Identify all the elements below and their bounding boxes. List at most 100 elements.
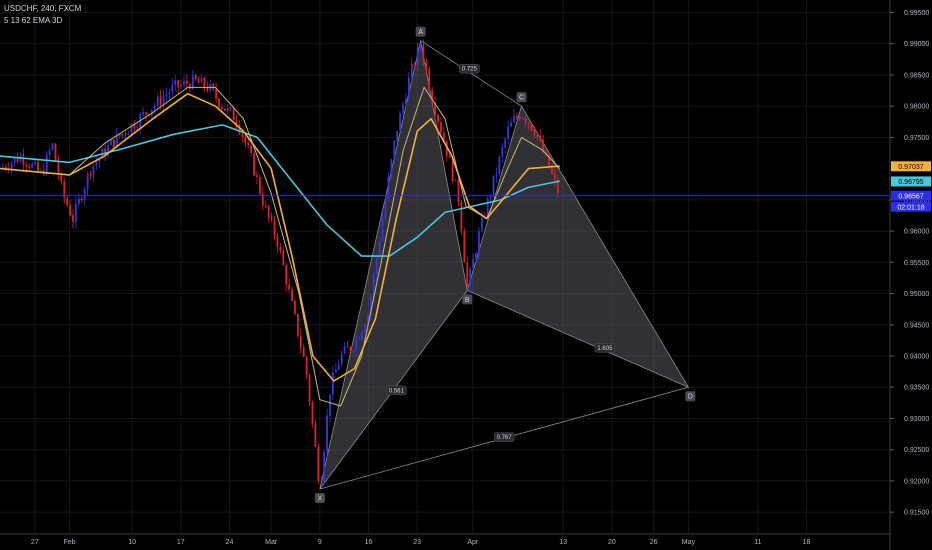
candle-body bbox=[407, 77, 410, 100]
candle-body bbox=[153, 105, 156, 110]
candle-body bbox=[524, 117, 527, 123]
pattern-point-x: X bbox=[314, 493, 325, 504]
price-tick-label: 0.93000 bbox=[904, 416, 929, 423]
pattern-point-label: B bbox=[465, 297, 470, 304]
candle-body bbox=[282, 250, 285, 266]
pattern-point-d: D bbox=[685, 391, 696, 402]
candle-body bbox=[413, 63, 416, 66]
candle-body bbox=[10, 162, 13, 170]
candle-body bbox=[39, 170, 42, 172]
price-tick-label: 0.94000 bbox=[904, 354, 929, 361]
candle-body bbox=[466, 262, 469, 287]
candle-body bbox=[346, 346, 349, 348]
time-tick-label: Feb bbox=[64, 539, 76, 546]
time-tick-label: 20 bbox=[608, 539, 616, 546]
price-badge-current-price: 0.96567 bbox=[891, 190, 931, 201]
candle-body bbox=[378, 240, 381, 258]
candle-body bbox=[364, 325, 366, 332]
candle-body bbox=[507, 126, 510, 139]
pattern-point-a: A bbox=[415, 26, 426, 37]
price-tick-label: 0.99500 bbox=[904, 10, 929, 17]
indicator-legend[interactable]: 5 13 62 EMA 3D bbox=[4, 16, 62, 25]
candle-body bbox=[536, 135, 539, 137]
price-tick-label: 0.95000 bbox=[904, 291, 929, 298]
candle-body bbox=[469, 268, 472, 287]
candle-body bbox=[463, 231, 466, 263]
time-tick-label: 11 bbox=[754, 539, 761, 546]
time-tick-label: 26 bbox=[650, 539, 658, 546]
candle-body bbox=[174, 80, 177, 85]
candle-body bbox=[13, 157, 16, 163]
candle-body bbox=[472, 258, 474, 269]
candle-body bbox=[285, 265, 288, 285]
candle-body bbox=[384, 199, 387, 219]
price-chart[interactable]: X A B C D 0.725 1.605 0.561 0.767 0.99500 0.99000… bbox=[0, 0, 932, 550]
pattern-point-label: C bbox=[519, 95, 524, 102]
candle-body bbox=[92, 165, 95, 176]
candle-body bbox=[226, 107, 229, 111]
candle-body bbox=[171, 84, 174, 93]
candle-body bbox=[66, 197, 69, 206]
candle-body bbox=[381, 218, 384, 241]
price-badge-label: 0.96567 bbox=[898, 193, 923, 200]
candle-body bbox=[521, 117, 524, 119]
candle-body bbox=[165, 94, 168, 97]
candle-body bbox=[28, 166, 31, 168]
candle-body bbox=[48, 149, 51, 155]
candle-body bbox=[437, 114, 439, 123]
candle-body bbox=[390, 159, 393, 178]
candle-body bbox=[223, 108, 226, 111]
candle-body bbox=[241, 133, 244, 137]
pattern-point-c: C bbox=[516, 92, 527, 103]
candle-body bbox=[54, 143, 57, 161]
candle-body bbox=[308, 374, 311, 402]
pattern-ratio-label: 0.725 bbox=[462, 67, 478, 73]
price-tick-label: 0.98500 bbox=[904, 72, 929, 79]
candle-body bbox=[75, 203, 77, 222]
candle-body bbox=[83, 188, 86, 200]
candle-body bbox=[259, 177, 261, 194]
candle-body bbox=[229, 107, 232, 109]
candle-body bbox=[399, 112, 401, 131]
candle-body bbox=[69, 205, 71, 216]
price-tick-label: 0.97500 bbox=[904, 135, 929, 142]
candle-body bbox=[156, 96, 159, 106]
price-tick-label: 0.95500 bbox=[904, 260, 929, 267]
pattern-point-b: B bbox=[462, 294, 473, 305]
candle-body bbox=[513, 115, 515, 123]
candle-body bbox=[51, 143, 54, 150]
candle-body bbox=[480, 217, 483, 232]
candle-body bbox=[250, 145, 253, 154]
price-tick-label: 0.92500 bbox=[904, 447, 929, 454]
price-badge-ema-mid: 0.97037 bbox=[891, 161, 931, 172]
candle-body bbox=[501, 147, 504, 158]
candle-body bbox=[375, 257, 378, 275]
price-badge-countdown: 02:01:18 bbox=[891, 201, 931, 212]
candle-body bbox=[314, 423, 317, 447]
candle-body bbox=[352, 350, 355, 352]
price-badge-label: 02:01:18 bbox=[897, 204, 924, 211]
candle-body bbox=[358, 338, 361, 340]
pattern-ratio-label: 0.561 bbox=[389, 388, 405, 394]
candle-body bbox=[510, 122, 512, 127]
candle-body bbox=[291, 289, 293, 302]
candle-body bbox=[37, 162, 39, 171]
pattern-ratio: 1.605 bbox=[594, 343, 616, 353]
candle-body bbox=[530, 124, 533, 131]
candle-body bbox=[197, 79, 200, 83]
candle-body bbox=[305, 356, 308, 375]
pattern-ratio: 0.767 bbox=[493, 432, 515, 442]
candle-body bbox=[460, 201, 463, 232]
candle-body bbox=[121, 133, 124, 137]
candle-body bbox=[288, 284, 291, 290]
candle-body bbox=[162, 96, 165, 105]
candle-body bbox=[212, 84, 215, 90]
candle-body bbox=[247, 142, 250, 146]
candle-body bbox=[334, 369, 337, 373]
candle-body bbox=[145, 112, 147, 115]
candle-body bbox=[159, 96, 162, 105]
price-tick-label: 0.99000 bbox=[904, 41, 929, 48]
candle-body bbox=[457, 179, 460, 202]
candle-body bbox=[478, 231, 480, 254]
symbol-title[interactable]: USDCHF, 240, FXCM bbox=[4, 4, 81, 13]
